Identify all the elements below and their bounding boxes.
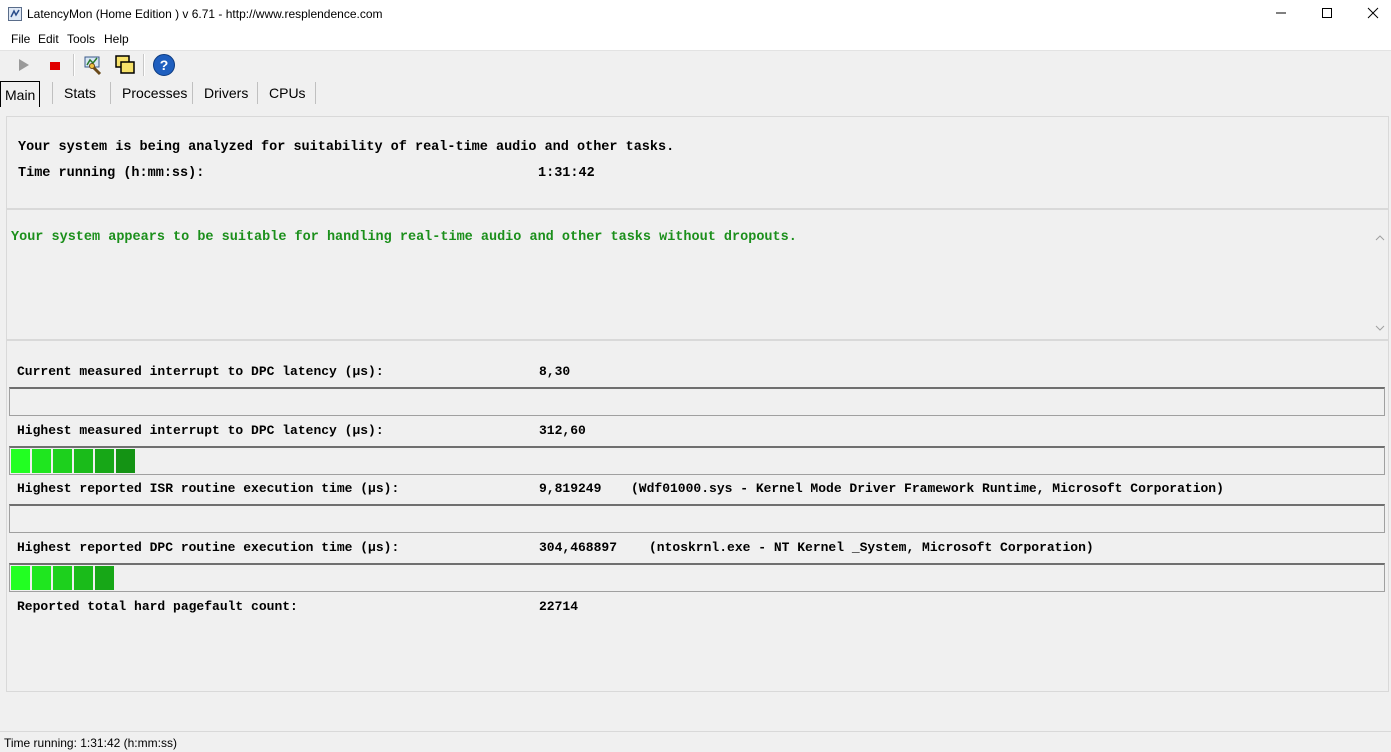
menu-bar: File Edit Tools Help: [0, 30, 1391, 51]
maximize-icon: [1322, 8, 1332, 18]
menu-help[interactable]: Help: [104, 32, 129, 46]
minimize-icon: [1276, 12, 1286, 14]
bar-segment: [116, 449, 136, 473]
close-icon: [1367, 7, 1379, 19]
tab-cpus[interactable]: CPUs: [265, 80, 310, 106]
analyze-button[interactable]: [81, 53, 105, 77]
tab-separator: [257, 82, 258, 104]
stop-button[interactable]: [43, 53, 67, 77]
bar-segment: [11, 566, 31, 590]
verdict-text: Your system appears to be suitable for h…: [11, 230, 797, 245]
bar-segment: [95, 566, 115, 590]
isr-driver-detail: (Wdf01000.sys - Kernel Mode Driver Frame…: [631, 481, 1224, 496]
verdict-scrollbar[interactable]: [1372, 228, 1388, 338]
maximize-button[interactable]: [1304, 0, 1350, 30]
isr-time-label: Highest reported ISR routine execution t…: [17, 481, 400, 496]
tab-separator: [110, 82, 111, 104]
app-icon: [8, 7, 22, 21]
bar-segment: [95, 449, 115, 473]
dpc-time-label: Highest reported DPC routine execution t…: [17, 540, 400, 555]
play-icon: [19, 59, 29, 71]
bar-segment: [74, 566, 94, 590]
tab-separator: [52, 82, 53, 104]
stop-icon: [50, 62, 60, 70]
bar-segment: [53, 566, 73, 590]
close-button[interactable]: [1350, 0, 1391, 30]
tab-separator: [315, 82, 316, 104]
time-running-label: Time running (h:mm:ss):: [18, 166, 205, 181]
help-button[interactable]: ?: [152, 53, 176, 77]
pagefault-value: 22714: [539, 599, 579, 614]
dpc-time-value: 304,468897: [539, 540, 618, 555]
menu-edit[interactable]: Edit: [38, 32, 59, 46]
bar-segment: [11, 449, 31, 473]
title-bar: LatencyMon (Home Edition ) v 6.71 - http…: [0, 0, 1391, 30]
isr-time-bar: [9, 504, 1385, 533]
current-latency-value: 8,30: [539, 364, 571, 379]
tab-processes[interactable]: Processes: [118, 80, 191, 106]
highest-latency-label: Highest measured interrupt to DPC latenc…: [17, 423, 384, 438]
toolbar: ?: [0, 51, 1391, 81]
bar-segment: [74, 449, 94, 473]
metrics-panel: Current measured interrupt to DPC latenc…: [6, 340, 1389, 692]
tab-separator: [192, 82, 193, 104]
windows-button[interactable]: [113, 53, 137, 77]
dpc-driver-detail: (ntoskrnl.exe - NT Kernel _System, Micro…: [649, 540, 1094, 555]
svg-text:?: ?: [160, 57, 169, 73]
tab-stats[interactable]: Stats: [60, 80, 100, 106]
current-latency-bar: [9, 387, 1385, 416]
dpc-time-bar: [9, 563, 1385, 592]
help-icon: ?: [153, 54, 175, 76]
verdict-panel: Your system appears to be suitable for h…: [6, 209, 1389, 340]
bar-segment: [32, 566, 52, 590]
menu-tools[interactable]: Tools: [67, 32, 95, 46]
bar-segment: [53, 449, 73, 473]
highest-latency-value: 312,60: [539, 423, 586, 438]
tab-drivers[interactable]: Drivers: [200, 80, 252, 106]
scrollbar-arrows: [1375, 235, 1385, 331]
current-latency-label: Current measured interrupt to DPC latenc…: [17, 364, 384, 379]
status-bar: Time running: 1:31:42 (h:mm:ss): [0, 731, 1391, 752]
analysis-headline: Your system is being analyzed for suitab…: [18, 140, 675, 155]
minimize-button[interactable]: [1258, 0, 1304, 30]
toolbar-separator: [73, 54, 75, 76]
analyze-icon: [84, 56, 102, 76]
summary-panel: Your system is being analyzed for suitab…: [6, 116, 1389, 209]
pagefault-label: Reported total hard pagefault count:: [17, 599, 298, 614]
menu-file[interactable]: File: [11, 32, 30, 46]
start-button[interactable]: [12, 53, 36, 77]
windows-icon: [115, 55, 135, 74]
status-text: Time running: 1:31:42 (h:mm:ss): [4, 736, 177, 750]
bar-segment: [32, 449, 52, 473]
window-title: LatencyMon (Home Edition ) v 6.71 - http…: [27, 7, 383, 21]
time-running-value: 1:31:42: [538, 166, 595, 181]
tab-main[interactable]: Main: [0, 81, 41, 107]
isr-time-value: 9,819249: [539, 481, 602, 496]
highest-latency-bar: [9, 446, 1385, 475]
toolbar-separator: [143, 54, 145, 76]
tab-bar: Main Stats Processes Drivers CPUs: [0, 80, 1391, 107]
